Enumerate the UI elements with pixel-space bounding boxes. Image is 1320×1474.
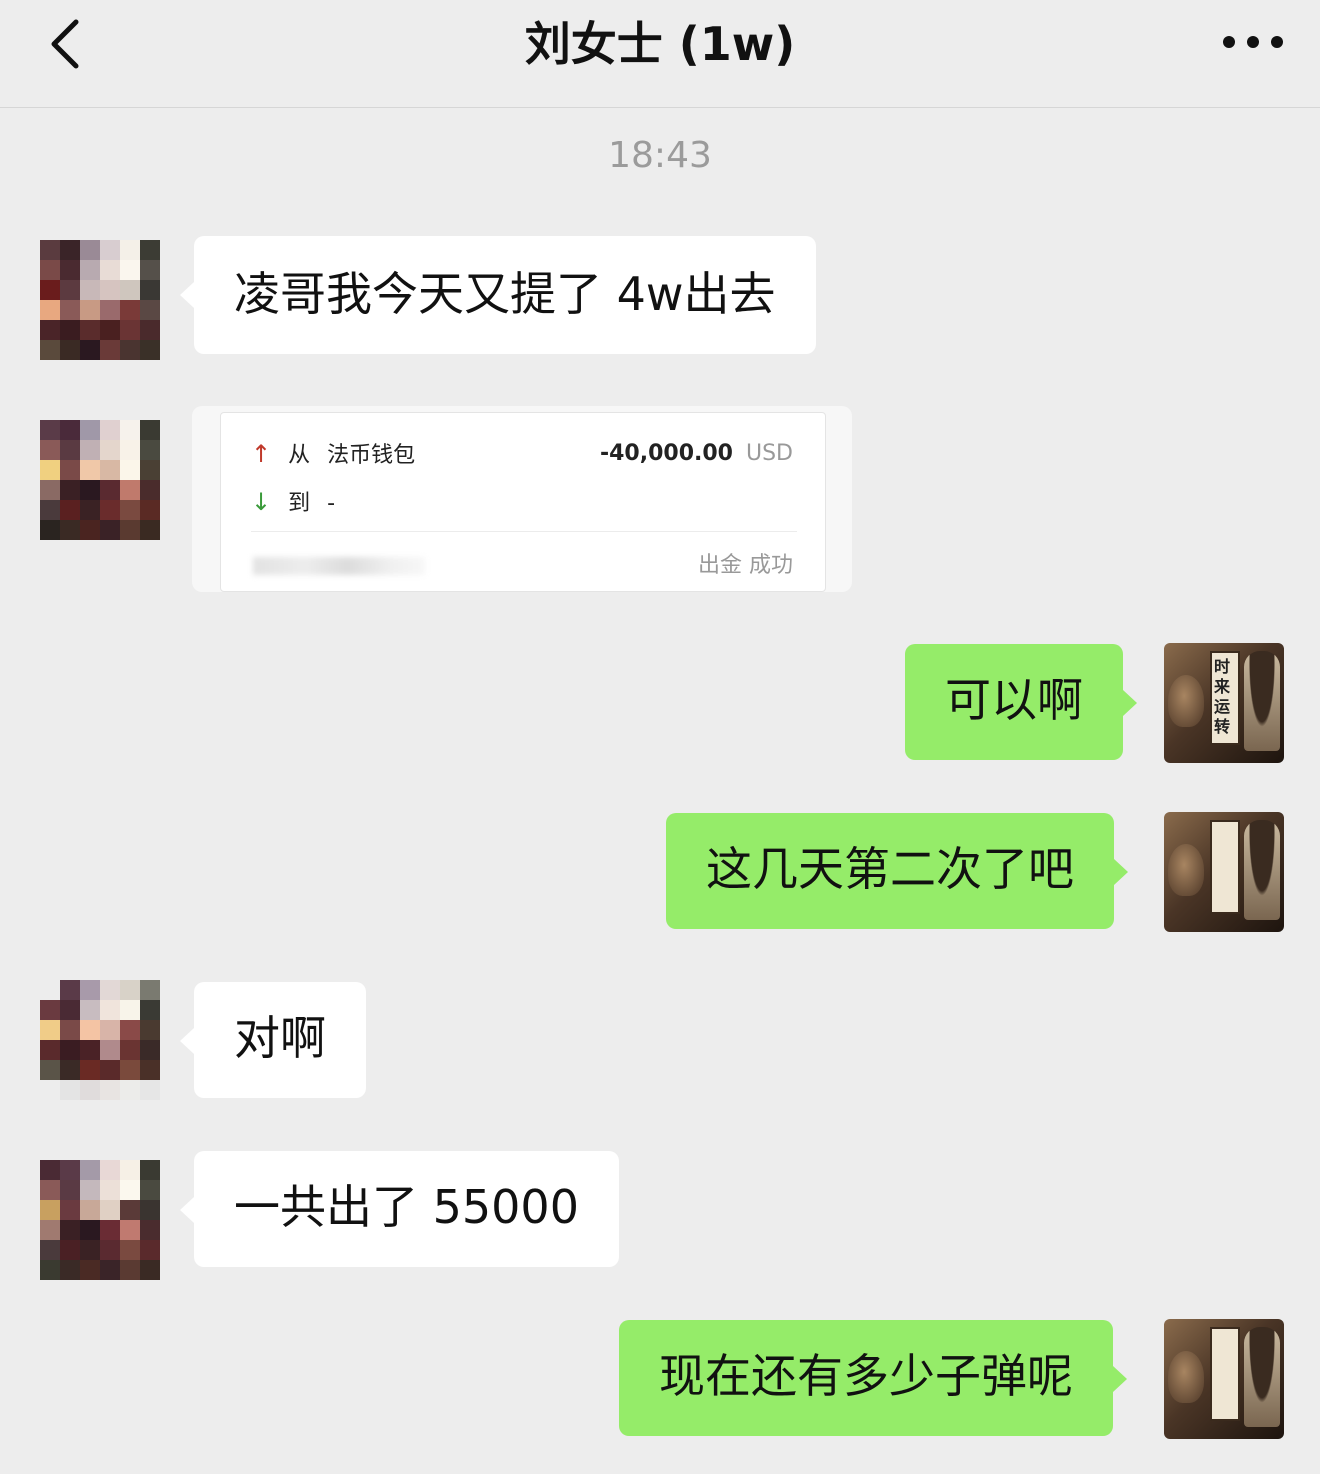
my-avatar[interactable] bbox=[1164, 1319, 1284, 1439]
transaction-amount: -40,000.00 USD bbox=[600, 439, 793, 469]
from-value: 法币钱包 bbox=[327, 443, 416, 468]
arrow-up-icon: ↑ bbox=[251, 440, 272, 468]
message-text: 现在还有多少子弹呢 bbox=[659, 1349, 1073, 1403]
my-avatar[interactable] bbox=[1164, 812, 1284, 932]
message-bubble-incoming[interactable]: 对啊 bbox=[180, 982, 366, 1098]
more-button[interactable] bbox=[1220, 24, 1286, 60]
transaction-from-row: ↑ 从 法币钱包 bbox=[251, 439, 415, 471]
message-bubble-incoming[interactable]: 凌哥我今天又提了 4w出去 bbox=[180, 236, 816, 354]
contact-avatar[interactable] bbox=[40, 1160, 160, 1280]
message-bubble-outgoing[interactable]: 可以啊 bbox=[905, 644, 1137, 760]
chat-header: 刘女士 (1w) bbox=[0, 0, 1320, 108]
chat-screen: 刘女士 (1w) 18:43 凌哥我今天又提了 4w出去 ↑ 从 法币钱包 -4… bbox=[0, 0, 1320, 1474]
chat-title: 刘女士 (1w) bbox=[524, 17, 796, 71]
more-dots-icon bbox=[1223, 36, 1283, 48]
transaction-message[interactable]: ↑ 从 法币钱包 -40,000.00 USD ↓ 到 - 出金 成功 bbox=[192, 406, 852, 592]
contact-avatar[interactable] bbox=[40, 980, 160, 1100]
to-value: - bbox=[327, 491, 336, 516]
message-bubble-outgoing[interactable]: 现在还有多少子弹呢 bbox=[619, 1320, 1127, 1436]
message-text: 凌哥我今天又提了 4w出去 bbox=[234, 267, 776, 321]
amount-value: -40,000.00 bbox=[599, 441, 733, 466]
avatar-calligraphy: 时来运转 bbox=[1214, 657, 1231, 736]
card-divider bbox=[251, 531, 797, 532]
contact-avatar[interactable] bbox=[40, 420, 160, 540]
blurred-transaction-id bbox=[253, 557, 425, 575]
message-bubble-outgoing[interactable]: 这几天第二次了吧 bbox=[666, 813, 1128, 929]
message-text: 对啊 bbox=[234, 1011, 326, 1065]
message-text: 可以啊 bbox=[945, 673, 1083, 727]
my-avatar[interactable]: 时来运转 bbox=[1164, 643, 1284, 763]
transaction-card[interactable]: ↑ 从 法币钱包 -40,000.00 USD ↓ 到 - 出金 成功 bbox=[220, 412, 826, 592]
message-text: 一共出了 55000 bbox=[234, 1180, 579, 1234]
contact-avatar[interactable] bbox=[40, 240, 160, 360]
amount-currency: USD bbox=[745, 441, 793, 466]
to-label: 到 bbox=[288, 491, 311, 516]
arrow-down-icon: ↓ bbox=[251, 488, 272, 516]
transaction-status: 出金 成功 bbox=[698, 553, 793, 578]
message-bubble-incoming[interactable]: 一共出了 55000 bbox=[180, 1151, 619, 1267]
message-text: 这几天第二次了吧 bbox=[706, 842, 1074, 896]
from-label: 从 bbox=[288, 443, 311, 468]
message-timestamp: 18:43 bbox=[608, 135, 712, 176]
transaction-to-row: ↓ 到 - bbox=[251, 487, 335, 519]
